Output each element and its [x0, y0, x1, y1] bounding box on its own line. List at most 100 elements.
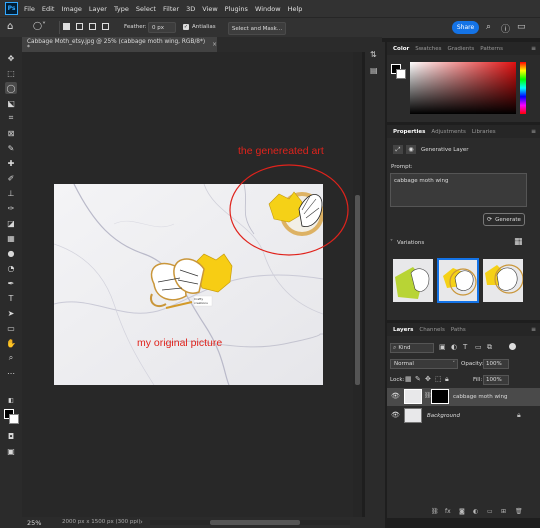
- subtract-selection-icon[interactable]: [89, 23, 96, 30]
- blur-tool-icon[interactable]: ●: [5, 247, 17, 259]
- tab-patterns[interactable]: Patterns: [480, 46, 503, 52]
- vertical-scrollbar-thumb[interactable]: [355, 195, 360, 385]
- panel-menu-icon[interactable]: ≡: [531, 326, 536, 333]
- menu-filter[interactable]: Filter: [163, 5, 179, 13]
- clone-stamp-tool-icon[interactable]: ⊥: [5, 187, 17, 199]
- filter-type-icon[interactable]: T: [463, 343, 467, 351]
- share-button[interactable]: Share: [452, 21, 479, 34]
- layer-row-background[interactable]: 👁︎ Background 🔒︎: [387, 407, 540, 425]
- type-tool-icon[interactable]: T: [5, 292, 17, 304]
- antialias-checkbox[interactable]: ✓: [183, 24, 189, 30]
- new-group-icon[interactable]: ▭: [487, 508, 493, 515]
- menu-edit[interactable]: Edit: [42, 5, 55, 13]
- menu-help[interactable]: Help: [288, 5, 303, 13]
- lasso-tool-icon[interactable]: ◯˅: [33, 21, 51, 33]
- menu-layer[interactable]: Layer: [89, 5, 107, 13]
- variation-thumb-2-selected[interactable]: [437, 258, 479, 303]
- lock-artboard-icon[interactable]: ⬚: [435, 375, 442, 383]
- crop-tool-icon[interactable]: ⌗: [5, 112, 17, 124]
- default-colors-icon[interactable]: ◧: [5, 394, 17, 406]
- marquee-tool-icon[interactable]: ⬚: [5, 67, 17, 79]
- more-tools-icon[interactable]: ⋯: [5, 367, 17, 379]
- select-and-mask-button[interactable]: Select and Mask...: [228, 22, 286, 35]
- path-selection-tool-icon[interactable]: ➤: [5, 307, 17, 319]
- menu-image[interactable]: Image: [61, 5, 81, 13]
- status-arrow-icon[interactable]: ›: [140, 518, 143, 526]
- screen-mode-icon[interactable]: ▣: [5, 445, 17, 457]
- menu-3d[interactable]: 3D: [186, 5, 195, 13]
- menu-select[interactable]: Select: [136, 5, 156, 13]
- new-selection-icon[interactable]: [63, 23, 70, 30]
- layer-filter-select[interactable]: ⌕ Kind: [390, 343, 434, 353]
- add-selection-icon[interactable]: [76, 23, 83, 30]
- hue-slider[interactable]: [520, 62, 526, 114]
- quick-mask-icon[interactable]: ◘: [5, 430, 17, 442]
- adjustment-layer-icon[interactable]: ◐: [473, 508, 478, 515]
- zoom-level[interactable]: 25%: [27, 519, 41, 527]
- prompt-textarea[interactable]: cabbage moth wing: [390, 173, 527, 207]
- gradient-tool-icon[interactable]: ▦: [5, 232, 17, 244]
- menu-window[interactable]: Window: [255, 5, 281, 13]
- lasso-tool-icon[interactable]: ◯: [5, 82, 17, 94]
- mask-icon[interactable]: ◉: [406, 145, 416, 154]
- lock-image-icon[interactable]: ✎: [415, 375, 421, 383]
- history-brush-tool-icon[interactable]: ✑: [5, 202, 17, 214]
- lock-transparent-icon[interactable]: ▦: [405, 375, 412, 383]
- eye-icon[interactable]: 👁︎: [391, 411, 400, 419]
- generate-button[interactable]: ⟳ Generate: [483, 213, 525, 226]
- bg-color-chip[interactable]: [396, 69, 406, 79]
- variation-thumb-1[interactable]: [393, 259, 433, 302]
- tab-libraries[interactable]: Libraries: [472, 129, 496, 135]
- filter-toggle-icon[interactable]: [509, 343, 516, 350]
- lock-all-icon[interactable]: 🔒︎: [445, 375, 449, 384]
- horizontal-scrollbar-thumb[interactable]: [210, 520, 300, 525]
- tab-adjustments[interactable]: Adjustments: [431, 129, 465, 135]
- opacity-input[interactable]: 100%: [483, 359, 509, 369]
- add-mask-icon[interactable]: ◙: [459, 508, 465, 515]
- variation-thumb-3[interactable]: [483, 259, 523, 302]
- history-panel-icon[interactable]: ⇅: [370, 50, 377, 59]
- move-tool-icon[interactable]: ✥: [5, 52, 17, 64]
- frame-tool-icon[interactable]: ⊠: [5, 127, 17, 139]
- dodge-tool-icon[interactable]: ◔: [5, 262, 17, 274]
- tab-properties[interactable]: Properties: [393, 129, 425, 135]
- feather-input[interactable]: 0 px: [148, 22, 176, 33]
- fill-input[interactable]: 100%: [483, 375, 509, 385]
- filter-smart-object-icon[interactable]: ⧉: [487, 343, 492, 352]
- workspace-icon[interactable]: ▭: [517, 22, 526, 32]
- tab-color[interactable]: Color: [393, 46, 409, 52]
- eye-icon[interactable]: 👁︎: [391, 392, 400, 400]
- close-tab-icon[interactable]: ×: [212, 42, 217, 48]
- menu-type[interactable]: Type: [114, 5, 129, 13]
- blend-mode-select[interactable]: Normal ˅: [390, 359, 458, 369]
- filter-adjustment-icon[interactable]: ◐: [451, 343, 457, 351]
- help-icon[interactable]: ⓘ: [501, 22, 510, 35]
- pen-tool-icon[interactable]: ✒: [5, 277, 17, 289]
- eyedropper-tool-icon[interactable]: ✎: [5, 142, 17, 154]
- tab-paths[interactable]: Paths: [451, 327, 466, 333]
- grid-view-icon[interactable]: ▦: [514, 237, 523, 247]
- filter-shape-icon[interactable]: ▭: [475, 343, 482, 351]
- home-icon[interactable]: ⌂: [7, 21, 21, 34]
- menu-plugins[interactable]: Plugins: [225, 5, 248, 13]
- background-color-swatch[interactable]: [9, 414, 19, 424]
- tab-layers[interactable]: Layers: [393, 327, 413, 333]
- layer-row-cabbage-moth-wing[interactable]: 👁︎ ⛓︎ cabbage moth wing: [387, 388, 540, 406]
- menu-file[interactable]: File: [24, 5, 35, 13]
- delete-layer-icon[interactable]: 🗑︎: [515, 508, 523, 515]
- intersect-selection-icon[interactable]: [102, 23, 109, 30]
- lock-position-icon[interactable]: ✥: [425, 375, 431, 383]
- link-layers-icon[interactable]: ⛓︎: [431, 508, 439, 515]
- filter-pixel-icon[interactable]: ▣: [439, 343, 446, 351]
- chevron-down-icon[interactable]: ˅: [390, 239, 393, 246]
- comments-panel-icon[interactable]: ▤: [370, 66, 378, 75]
- menu-view[interactable]: View: [202, 5, 217, 13]
- tab-channels[interactable]: Channels: [419, 327, 444, 333]
- hand-tool-icon[interactable]: ✋: [5, 337, 17, 349]
- layer-style-icon[interactable]: fx: [445, 508, 451, 515]
- healing-brush-tool-icon[interactable]: ✚: [5, 157, 17, 169]
- object-selection-tool-icon[interactable]: ⬕: [5, 97, 17, 109]
- brush-tool-icon[interactable]: ✐: [5, 172, 17, 184]
- layer-mask-thumbnail[interactable]: [431, 389, 449, 404]
- rectangle-tool-icon[interactable]: ▭: [5, 322, 17, 334]
